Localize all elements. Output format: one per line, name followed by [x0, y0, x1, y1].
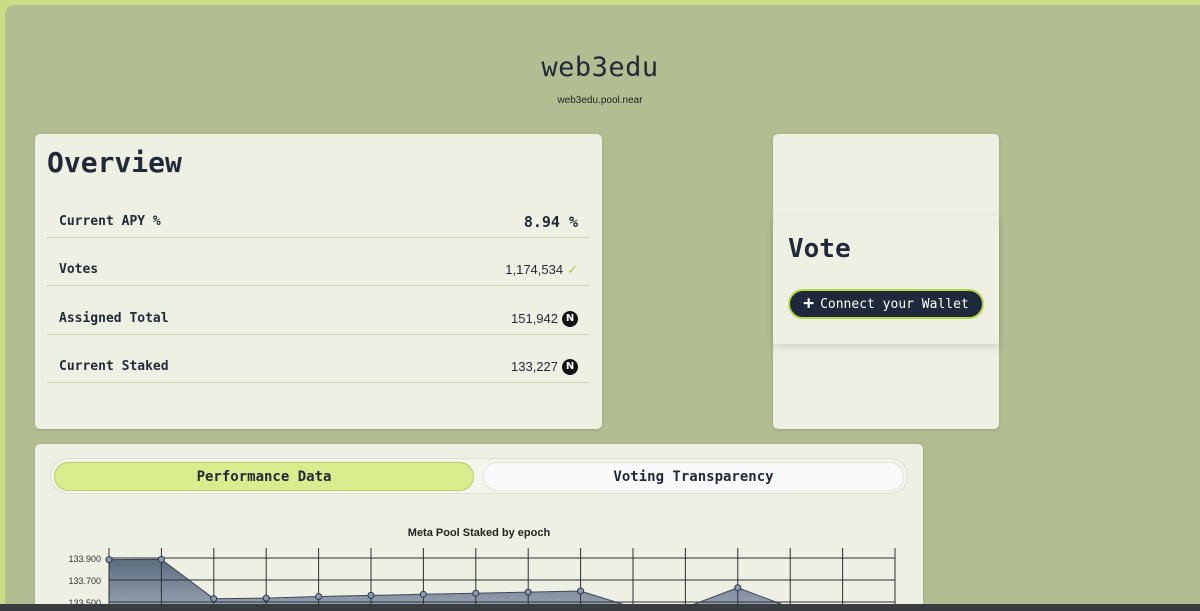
connect-wallet-button[interactable]: + Connect your Wallet [788, 289, 984, 319]
apy-row: Current APY % 8.94 % [47, 206, 590, 238]
data-point [577, 587, 585, 595]
current-staked-row: Current Staked 133,227 N [47, 351, 590, 383]
check-icon: ✓ [567, 261, 578, 277]
assigned-total-value-group: 151,942 N [511, 310, 578, 327]
votes-row: Votes 1,174,534 ✓ [47, 254, 590, 286]
data-point [472, 589, 480, 597]
data-point [419, 590, 427, 598]
site-subtitle: web3edu.pool.near [557, 95, 643, 106]
bottom-bar [0, 604, 1200, 611]
votes-value-group: 1,174,534 ✓ [505, 262, 578, 278]
plus-icon: + [803, 293, 815, 314]
assigned-total-value: 151,942 [511, 311, 558, 326]
data-point [210, 595, 218, 603]
data-point [105, 556, 113, 564]
tab-bar: Performance Data Voting Transparency [50, 458, 908, 494]
connect-wallet-label: Connect your Wallet [820, 296, 969, 312]
votes-value: 1,174,534 [505, 262, 564, 277]
votes-label: Votes [59, 262, 99, 277]
apy-label: Current APY % [59, 214, 161, 229]
data-point [262, 594, 270, 602]
current-staked-label: Current Staked [59, 359, 169, 374]
assigned-total-label: Assigned Total [59, 311, 169, 326]
tab-performance-data[interactable]: Performance Data [54, 462, 474, 491]
performance-card: Performance Data Voting Transparency Met… [35, 444, 923, 611]
apy-value: 8.94 % [523, 212, 578, 231]
data-point [734, 584, 742, 592]
site-title: web3edu [541, 52, 659, 83]
staked-chart: 133.900133.700133.500 [68, 548, 899, 611]
overview-card: Overview Current APY % 8.94 % Votes 1,17… [35, 134, 602, 429]
data-point [315, 593, 323, 600]
near-icon: N [562, 310, 578, 327]
current-staked-value-group: 133,227 N [511, 358, 578, 375]
assigned-total-row: Assigned Total 151,942 N [47, 303, 590, 335]
vote-card: Vote + Connect your Wallet [773, 134, 999, 429]
chart-title: Meta Pool Staked by epoch [407, 527, 551, 539]
vote-title: Vote [788, 234, 851, 264]
y-tick-label: 133.700 [68, 576, 101, 586]
near-icon: N [562, 358, 578, 375]
data-point [367, 591, 375, 599]
overview-title: Overview [47, 146, 182, 179]
y-tick-label: 133.900 [68, 554, 101, 564]
data-point [157, 555, 165, 563]
current-staked-value: 133,227 [511, 359, 558, 374]
tab-voting-transparency[interactable]: Voting Transparency [483, 462, 904, 491]
data-point [524, 588, 532, 596]
